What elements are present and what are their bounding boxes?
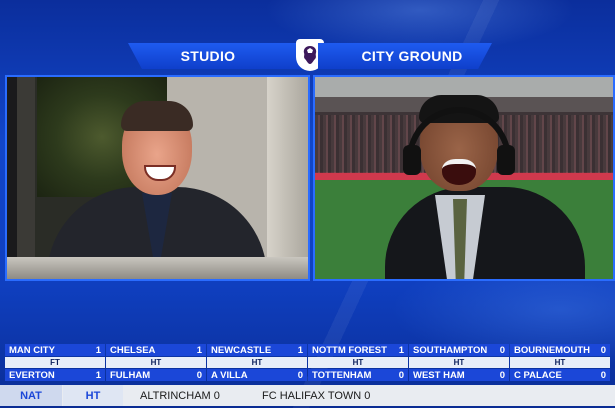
home-team-score: 1 [398,344,404,356]
home-team-score: 1 [196,344,202,356]
scores-ticker: MAN CITY 1 FT EVERTON 1 CHELSEA 1 HT FULHAM… [0,344,615,382]
home-team-row: BOURNEMOUTH 0 [510,344,610,356]
ht-status: HT [63,385,123,406]
away-team-name: FULHAM [110,369,151,381]
away-team-score: 0 [196,369,202,381]
match-card: BOURNEMOUTH 0 HT C PALACE 0 [510,344,610,382]
home-team-score: 0 [600,344,606,356]
headset-earcup-right [497,145,515,175]
presenter-hair [121,101,193,131]
home-team-row: NOTTM FOREST 1 [308,344,408,356]
away-team-score: 0 [398,369,404,381]
home-team-row: NEWCASTLE 1 [207,344,307,356]
away-team-row: C PALACE 0 [510,369,610,381]
match-card: CHELSEA 1 HT FULHAM 0 [106,344,206,382]
away-team-row: FULHAM 0 [106,369,206,381]
match-status: FT [5,357,105,368]
studio-label: STUDIO [128,43,302,69]
away-team-row: A VILLA 0 [207,369,307,381]
home-team-score: 1 [95,344,101,356]
away-team-score: 1 [95,369,101,381]
match-status: HT [308,357,408,368]
home-team-score: 0 [499,344,505,356]
studio-desk [7,257,308,279]
away-team-row: TOTTENHAM 0 [308,369,408,381]
away-team-name: WEST HAM [413,369,465,381]
home-team-row: MAN CITY 1 [5,344,105,356]
home-team-row: SOUTHAMPTON 0 [409,344,509,356]
away-team-name: TOTTENHAM [312,369,372,381]
away-team-name: A VILLA [211,369,248,381]
away-team-score: 0 [499,369,505,381]
match-status: HT [409,357,509,368]
nat-away-team: FC HALIFAX TOWN 0 [262,389,371,402]
stadium-video-feed [313,75,615,281]
match-card: MAN CITY 1 FT EVERTON 1 [5,344,105,382]
nat-home-team: ALTRINCHAM 0 [140,389,220,402]
studio-video-feed [5,75,310,281]
match-status: HT [106,357,206,368]
studio-pillar [267,77,308,279]
venue-label: CITY GROUND [318,43,492,69]
home-team-name: SOUTHAMPTON [413,344,488,356]
home-team-name: BOURNEMOUTH [514,344,590,356]
away-team-score: 0 [297,369,303,381]
match-card: NEWCASTLE 1 HT A VILLA 0 [207,344,307,382]
away-team-row: WEST HAM 0 [409,369,509,381]
home-team-row: CHELSEA 1 [106,344,206,356]
away-team-row: EVERTON 1 [5,369,105,381]
home-team-name: NOTTM FOREST [312,344,387,356]
match-card: SOUTHAMPTON 0 HT WEST HAM 0 [409,344,509,382]
away-team-name: C PALACE [514,369,562,381]
home-team-name: MAN CITY [9,344,55,356]
match-card: NOTTM FOREST 1 HT TOTTENHAM 0 [308,344,408,382]
away-team-score: 0 [600,369,606,381]
national-league-strip: NAT HT ALTRINCHAM 0 FC HALIFAX TOWN 0 [0,385,615,406]
headset-earcup-left [403,145,421,175]
nat-tab[interactable]: NAT [0,385,62,406]
away-team-name: EVERTON [9,369,55,381]
match-status: HT [207,357,307,368]
location-header: STUDIO CITY GROUND [128,39,492,71]
home-team-score: 1 [297,344,303,356]
match-status: HT [510,357,610,368]
home-team-name: CHELSEA [110,344,156,356]
home-team-name: NEWCASTLE [211,344,272,356]
